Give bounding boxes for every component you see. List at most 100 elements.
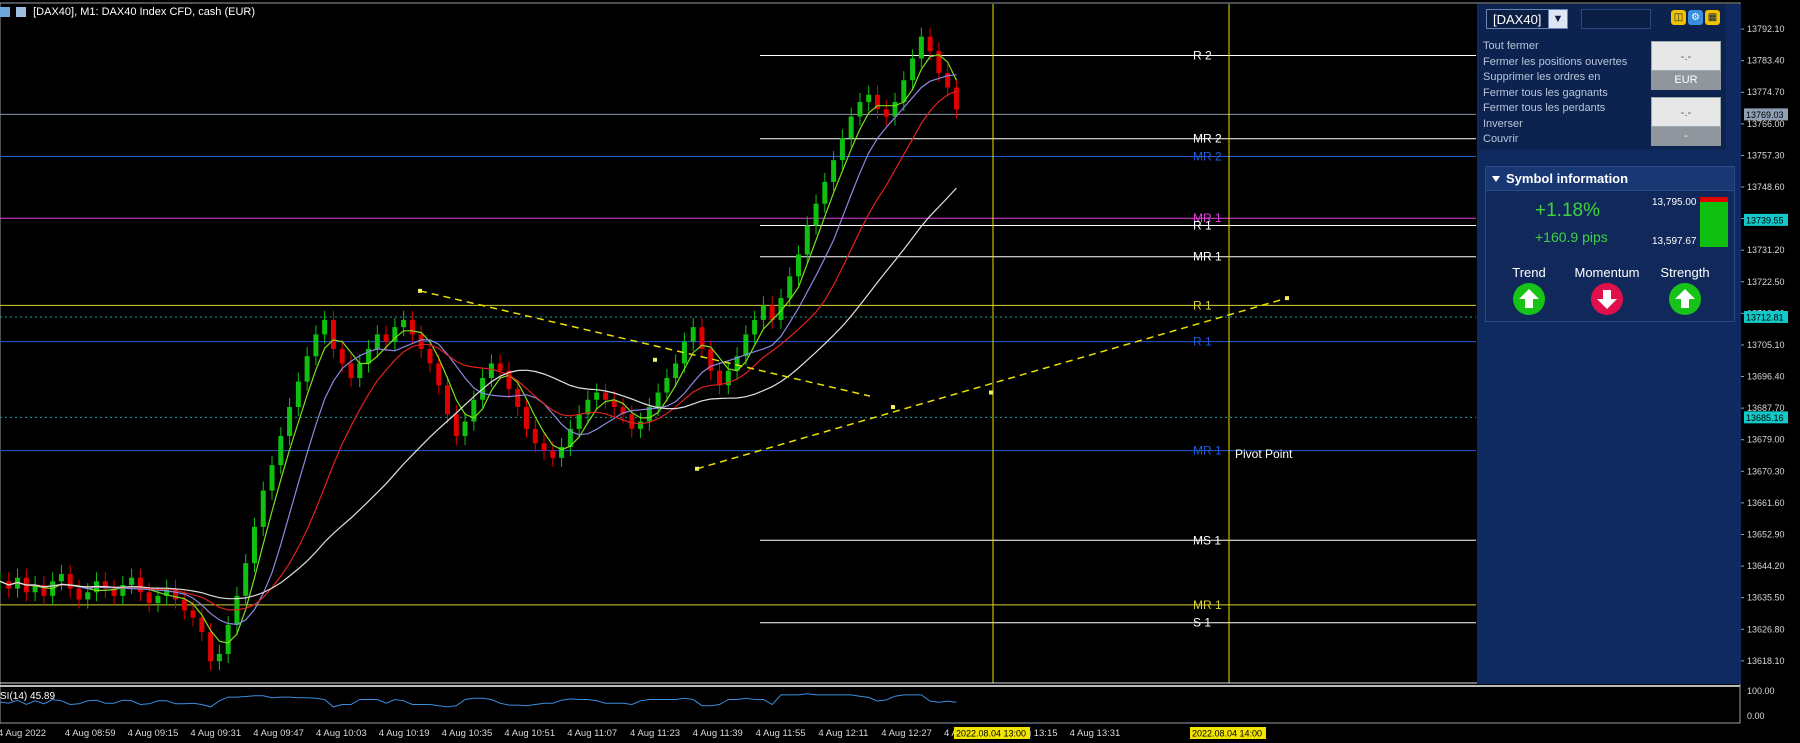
- trend-up-icon: [1513, 283, 1545, 315]
- candle-body: [330, 319, 336, 349]
- candle-body: [787, 276, 793, 299]
- y-tick-label: 13652.90: [1747, 529, 1785, 539]
- candle-body: [638, 421, 644, 429]
- candle-body: [278, 436, 284, 466]
- pivot-level-label: R 1: [1193, 335, 1212, 349]
- sell-sub-text: -: [1684, 130, 1688, 142]
- candle-body: [216, 653, 222, 662]
- chart-title: [DAX40], M1: DAX40 Index CFD, cash (EUR): [33, 6, 256, 19]
- buy-button[interactable]: -.-: [1651, 41, 1721, 71]
- candle-body: [322, 319, 328, 335]
- collapse-icon[interactable]: [1492, 176, 1500, 182]
- candle-body: [409, 319, 415, 335]
- lots-input[interactable]: [1581, 9, 1651, 29]
- chart-header: [DAX40], M1: DAX40 Index CFD, cash (EUR): [0, 6, 255, 22]
- gear-icon[interactable]: ⚙: [1688, 10, 1703, 25]
- sell-button[interactable]: -.-: [1651, 97, 1721, 127]
- pivot-level-label: MR 1: [1193, 598, 1222, 612]
- menu-item[interactable]: Inverser: [1483, 118, 1523, 130]
- candle-body: [550, 450, 556, 458]
- y-tick-label: 13696.40: [1747, 372, 1785, 382]
- x-tick-label: 4 Aug 10:03: [316, 728, 367, 739]
- sell-button-label: -.-: [1680, 107, 1692, 119]
- candle-body: [76, 588, 82, 600]
- time-marker-label: 2022.08.04 14:00: [1192, 729, 1262, 739]
- candle-body: [243, 563, 249, 596]
- candle-body: [260, 490, 266, 527]
- y-tick-label: 13722.50: [1747, 277, 1785, 287]
- candle-body: [927, 36, 933, 52]
- trendline-handle[interactable]: [653, 357, 657, 362]
- rsi-tick-label: 100.00: [1747, 686, 1775, 696]
- y-tick-label: 13774.70: [1747, 87, 1785, 97]
- pivot-level-label: R 1: [1193, 298, 1212, 312]
- candle-body: [857, 102, 863, 117]
- x-tick-label: 4 Aug 10:35: [442, 728, 493, 739]
- y-tick-label: 13748.60: [1747, 182, 1785, 192]
- pivot-level-label: R 2: [1193, 49, 1212, 63]
- y-tick-label: 13670.30: [1747, 466, 1785, 476]
- candle-body: [146, 592, 152, 604]
- candle-body: [760, 305, 766, 320]
- candle-body: [752, 319, 758, 335]
- trendline-down: [419, 290, 871, 397]
- x-tick-label: 4 Aug 13:31: [1070, 728, 1121, 739]
- y-tick-label: 13626.80: [1747, 624, 1785, 634]
- chart-type-icon[interactable]: [16, 7, 27, 18]
- candle-body: [155, 595, 161, 604]
- candle-body: [58, 574, 64, 582]
- menu-icon[interactable]: [0, 7, 10, 18]
- menu-item[interactable]: Couvrir: [1483, 133, 1518, 145]
- pivot-point-label: Pivot Point: [1235, 447, 1293, 461]
- candle-body: [673, 363, 679, 378]
- candle-body: [515, 388, 521, 408]
- menu-item[interactable]: Fermer tous les gagnants: [1483, 87, 1608, 99]
- candle-body: [664, 377, 670, 393]
- menu-item[interactable]: Fermer les positions ouvertes: [1483, 56, 1627, 68]
- range-bar: [1700, 197, 1728, 247]
- x-tick-label: 4 Aug 10:51: [504, 728, 555, 739]
- x-tick-label: 4 Aug 11:23: [630, 728, 680, 739]
- candle-body: [541, 443, 547, 451]
- trendline-handle[interactable]: [418, 288, 422, 293]
- price-tag-label: 13712.81: [1746, 312, 1784, 322]
- trendline-handle[interactable]: [989, 390, 993, 395]
- pivot-level-label: MS 1: [1193, 533, 1221, 547]
- grid-icon[interactable]: ▦: [1705, 10, 1720, 25]
- y-tick-label: 13661.60: [1747, 498, 1785, 508]
- price-tag-label: 13769.03: [1746, 110, 1784, 120]
- y-tick-label: 13679.00: [1747, 435, 1785, 445]
- currency-text: EUR: [1674, 74, 1698, 86]
- chevron-down-icon[interactable]: ▼: [1548, 9, 1568, 29]
- pivot-level-label: MR 2: [1193, 132, 1222, 146]
- candle-body: [339, 348, 345, 364]
- rsi-label: SI(14) 45.89: [0, 691, 55, 702]
- trendline-handle[interactable]: [891, 405, 895, 410]
- trendline-handle[interactable]: [695, 466, 699, 471]
- menu-item[interactable]: Supprimer les ordres en: [1483, 71, 1600, 83]
- buy-button-label: -.-: [1680, 51, 1692, 63]
- currency-label: EUR: [1651, 71, 1721, 90]
- x-tick-label: 4 Aug 12:27: [881, 728, 932, 739]
- symbol-info-header[interactable]: Symbol information: [1485, 166, 1735, 191]
- candle-body: [848, 116, 854, 139]
- trendline-handle[interactable]: [1285, 296, 1289, 301]
- sell-sub-label: -: [1651, 127, 1721, 146]
- copy-icon[interactable]: ◫: [1671, 10, 1686, 25]
- candle-body: [137, 577, 143, 593]
- candle-body: [427, 348, 433, 364]
- x-tick-label: 4 Aug 2022: [0, 728, 46, 739]
- x-tick-label: 4 Aug 11:39: [693, 728, 743, 739]
- day-high: 13,795.00: [1652, 197, 1697, 208]
- pivot-level-label: MR 2: [1193, 150, 1222, 164]
- symbol-select-label: [DAX40]: [1493, 12, 1542, 27]
- candle-body: [383, 334, 389, 342]
- candle-body: [374, 334, 380, 349]
- x-tick-label: 4 Aug 12:11: [818, 728, 868, 739]
- menu-item[interactable]: Tout fermer: [1483, 40, 1539, 52]
- candle-body: [488, 363, 494, 378]
- candle-body: [717, 370, 723, 386]
- candle-body: [251, 526, 257, 564]
- candle-body: [910, 58, 916, 81]
- menu-item[interactable]: Fermer tous les perdants: [1483, 102, 1605, 114]
